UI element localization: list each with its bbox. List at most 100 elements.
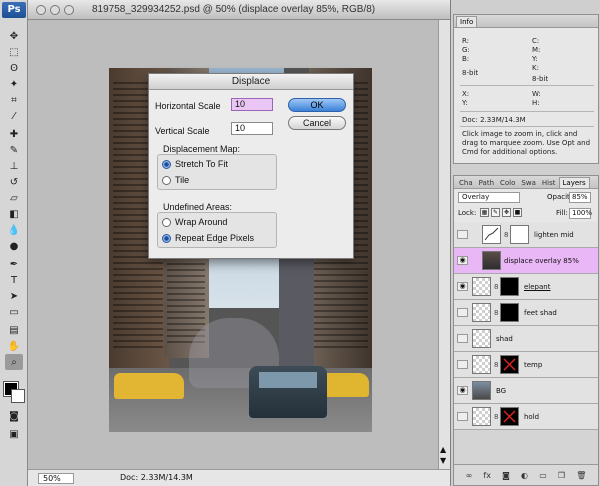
tab-paths[interactable]: Path xyxy=(476,178,497,188)
hand-tool-icon[interactable]: ✋ xyxy=(5,338,23,354)
tab-layers[interactable]: Layers xyxy=(558,177,590,188)
lock-transparency-icon[interactable]: ▦ xyxy=(480,208,489,217)
tab-channels[interactable]: Cha xyxy=(456,178,476,188)
opacity-input[interactable]: 85% xyxy=(569,192,591,203)
layer-mask-thumbnail xyxy=(510,225,529,244)
layer-row[interactable]: ◉ BG xyxy=(454,378,598,404)
visibility-toggle[interactable]: ◉ xyxy=(457,256,468,265)
horizontal-scale-input[interactable]: 10 xyxy=(231,98,273,111)
minimize-window-button[interactable] xyxy=(50,5,60,15)
trash-icon[interactable]: 🗑 xyxy=(576,471,586,480)
layer-thumbnail xyxy=(472,381,491,400)
visibility-toggle[interactable] xyxy=(457,230,468,239)
vertical-scrollbar[interactable]: ▲ ▼ xyxy=(438,20,450,469)
lock-image-icon[interactable]: ✎ xyxy=(491,208,500,217)
link-chain-icon: 8 xyxy=(494,283,499,291)
right-panel-dock: Info R: G: B: C: M: Y: K: 8-bit 8-bit X:… xyxy=(450,0,600,486)
blend-mode-select[interactable]: Overlay xyxy=(458,192,520,203)
dodge-tool-icon[interactable]: ● xyxy=(5,238,23,254)
document-status-bar: 50% Doc: 2.33M/14.3M xyxy=(28,469,450,486)
new-layer-icon[interactable]: ❐ xyxy=(558,471,565,480)
lock-all-icon[interactable]: ■ xyxy=(513,208,522,217)
tab-swatches[interactable]: Swa xyxy=(518,178,538,188)
link-chain-icon: 8 xyxy=(494,413,499,421)
tab-color[interactable]: Colo xyxy=(497,178,518,188)
visibility-toggle[interactable]: ◉ xyxy=(457,386,468,395)
marquee-tool-icon[interactable]: ⬚ xyxy=(5,44,23,60)
visibility-toggle[interactable] xyxy=(457,412,468,421)
layer-row[interactable]: ◉ displace overlay 85% xyxy=(454,248,598,274)
layer-name: feet shad xyxy=(524,309,557,317)
healing-brush-tool-icon[interactable]: ✚ xyxy=(5,126,23,142)
visibility-toggle[interactable] xyxy=(457,360,468,369)
layer-row[interactable]: 8 temp xyxy=(454,352,598,378)
info-w-label: W: xyxy=(532,90,541,98)
background-color-swatch[interactable] xyxy=(11,389,25,403)
layer-row[interactable]: ◉ 8 elepant xyxy=(454,274,598,300)
document-size[interactable]: Doc: 2.33M/14.3M xyxy=(120,473,193,482)
ok-button[interactable]: OK xyxy=(288,98,346,112)
info-c-label: C: xyxy=(532,37,540,45)
layer-name: shad xyxy=(496,335,513,343)
layer-name: lighten mid xyxy=(534,231,574,239)
magic-wand-tool-icon[interactable]: ✦ xyxy=(5,76,23,92)
info-tab-bar: Info xyxy=(454,15,598,28)
layer-row[interactable]: 8 hold xyxy=(454,404,598,430)
photoshop-logo: Ps xyxy=(2,2,26,18)
blur-tool-icon[interactable]: 💧 xyxy=(5,222,23,238)
document-title: 819758_329934252.psd @ 50% (displace ove… xyxy=(92,4,376,15)
scroll-up-icon[interactable]: ▲ xyxy=(440,445,446,454)
layer-row[interactable]: 8 lighten mid xyxy=(454,222,598,248)
new-group-icon[interactable]: ▭ xyxy=(539,471,547,480)
move-tool-icon[interactable]: ✥ xyxy=(5,28,23,44)
radio-selected-icon xyxy=(162,233,171,243)
close-window-button[interactable] xyxy=(36,5,46,15)
visibility-toggle[interactable] xyxy=(457,308,468,317)
wrap-around-radio[interactable]: Wrap Around xyxy=(162,217,227,227)
layer-row[interactable]: shad xyxy=(454,326,598,352)
tab-history[interactable]: Hist xyxy=(539,178,559,188)
fx-icon[interactable]: fx xyxy=(483,471,491,480)
lock-position-icon[interactable]: ✥ xyxy=(502,208,511,217)
layer-mask-thumbnail xyxy=(500,355,519,374)
layer-thumbnail xyxy=(472,303,491,322)
fill-input[interactable]: 100% xyxy=(569,208,592,219)
tile-radio[interactable]: Tile xyxy=(162,175,189,185)
clone-stamp-tool-icon[interactable]: ⊥ xyxy=(5,158,23,174)
zoom-level-field[interactable]: 50% xyxy=(38,473,74,484)
layer-thumbnail xyxy=(472,277,491,296)
shape-tool-icon[interactable]: ▭ xyxy=(5,304,23,320)
link-layers-icon[interactable]: ∞ xyxy=(466,471,473,480)
path-selection-tool-icon[interactable]: ➤ xyxy=(5,288,23,304)
info-r-label: R: xyxy=(462,37,470,45)
info-y-label: Y: xyxy=(532,55,538,63)
link-chain-icon: 8 xyxy=(504,231,509,239)
info-panel: Info R: G: B: C: M: Y: K: 8-bit 8-bit X:… xyxy=(453,14,599,164)
layer-row[interactable]: 8 feet shad xyxy=(454,300,598,326)
adjustment-layer-icon[interactable]: ◐ xyxy=(521,471,528,480)
visibility-toggle[interactable] xyxy=(457,334,468,343)
repeat-edge-pixels-radio[interactable]: Repeat Edge Pixels xyxy=(162,233,254,243)
crop-tool-icon[interactable]: ⌗ xyxy=(5,92,23,108)
lasso-tool-icon[interactable]: ʘ xyxy=(5,60,23,76)
zoom-tool-icon[interactable]: ⌕ xyxy=(5,354,23,370)
notes-tool-icon[interactable]: ▤ xyxy=(5,322,23,338)
quick-mask-icon[interactable]: ◙ xyxy=(5,408,23,424)
scroll-down-icon[interactable]: ▼ xyxy=(440,456,446,465)
vertical-scale-input[interactable]: 10 xyxy=(231,122,273,135)
gradient-tool-icon[interactable]: ◧ xyxy=(5,206,23,222)
eyedropper-tool-icon[interactable]: ⁄ xyxy=(5,108,23,124)
brush-tool-icon[interactable]: ✎ xyxy=(5,142,23,158)
visibility-toggle[interactable]: ◉ xyxy=(457,282,468,291)
zoom-window-button[interactable] xyxy=(64,5,74,15)
add-mask-icon[interactable]: ◙ xyxy=(502,471,510,480)
pen-tool-icon[interactable]: ✒ xyxy=(5,256,23,272)
eraser-tool-icon[interactable]: ▱ xyxy=(5,190,23,206)
tab-info[interactable]: Info xyxy=(456,16,478,27)
screen-mode-icon[interactable]: ▣ xyxy=(5,426,23,442)
type-tool-icon[interactable]: T xyxy=(5,272,23,288)
history-brush-tool-icon[interactable]: ↺ xyxy=(5,174,23,190)
cancel-button[interactable]: Cancel xyxy=(288,116,346,130)
link-chain-icon: 8 xyxy=(494,309,499,317)
stretch-to-fit-radio[interactable]: Stretch To Fit xyxy=(162,159,228,169)
